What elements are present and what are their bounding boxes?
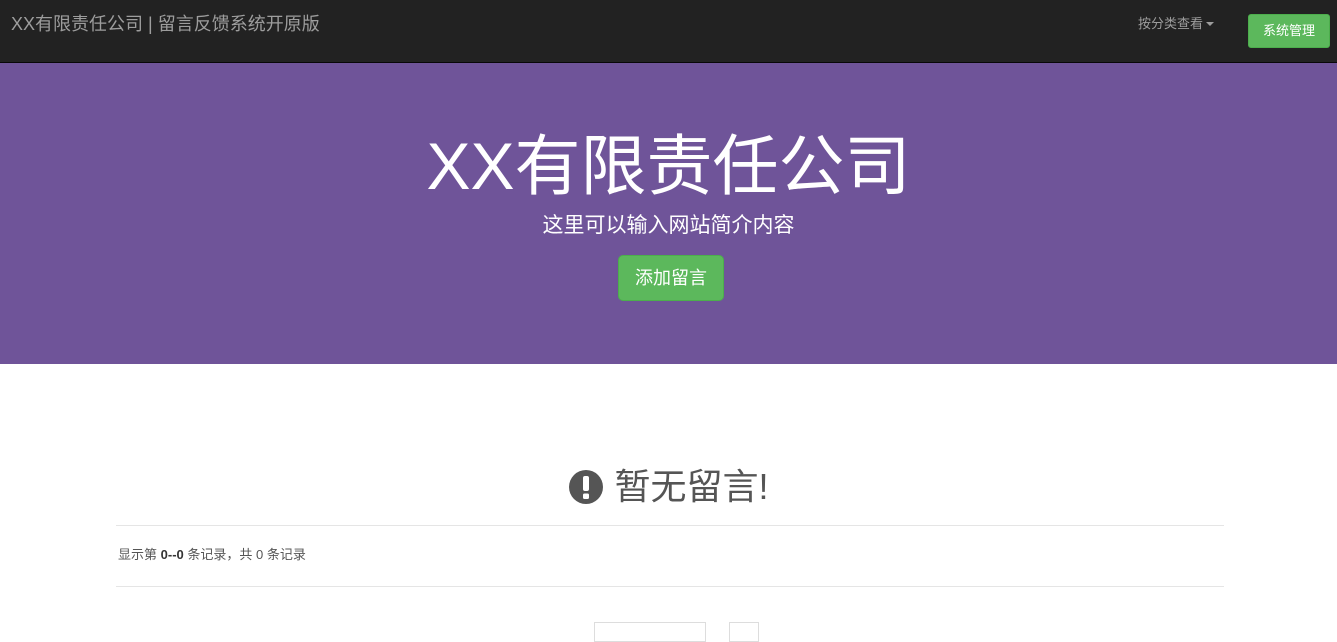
divider-top	[116, 525, 1224, 526]
hero-title: XX有限责任公司	[426, 129, 911, 203]
exclamation-circle-icon	[569, 470, 604, 504]
navbar-brand[interactable]: XX有限责任公司 | 留言反馈系统开原版	[11, 12, 320, 36]
records-middle: 条记录，共	[187, 547, 253, 562]
system-admin-button[interactable]: 系统管理	[1248, 14, 1330, 48]
records-total: 0	[256, 547, 264, 562]
records-range: 0--0	[160, 547, 184, 562]
add-message-button[interactable]: 添加留言	[618, 255, 724, 301]
hero-subtitle: 这里可以输入网站简介内容	[542, 214, 795, 237]
records-prefix: 显示第	[118, 547, 158, 562]
empty-state: 暂无留言!	[0, 462, 1337, 512]
category-dropdown-label: 按分类查看	[1138, 16, 1204, 31]
divider-bottom	[116, 586, 1224, 587]
category-dropdown[interactable]: 按分类查看	[1138, 15, 1215, 33]
pagination-group[interactable]	[594, 622, 706, 642]
top-navbar: XX有限责任公司 | 留言反馈系统开原版 按分类查看 系统管理	[0, 0, 1337, 63]
records-suffix: 条记录	[266, 547, 306, 562]
records-summary: 显示第 0--0 条记录，共 0 条记录	[118, 546, 306, 564]
empty-message: 暂无留言!	[614, 466, 769, 507]
pagination-next[interactable]	[729, 622, 759, 642]
caret-down-icon	[1206, 22, 1215, 26]
hero-banner: XX有限责任公司 这里可以输入网站简介内容 添加留言	[0, 63, 1337, 364]
